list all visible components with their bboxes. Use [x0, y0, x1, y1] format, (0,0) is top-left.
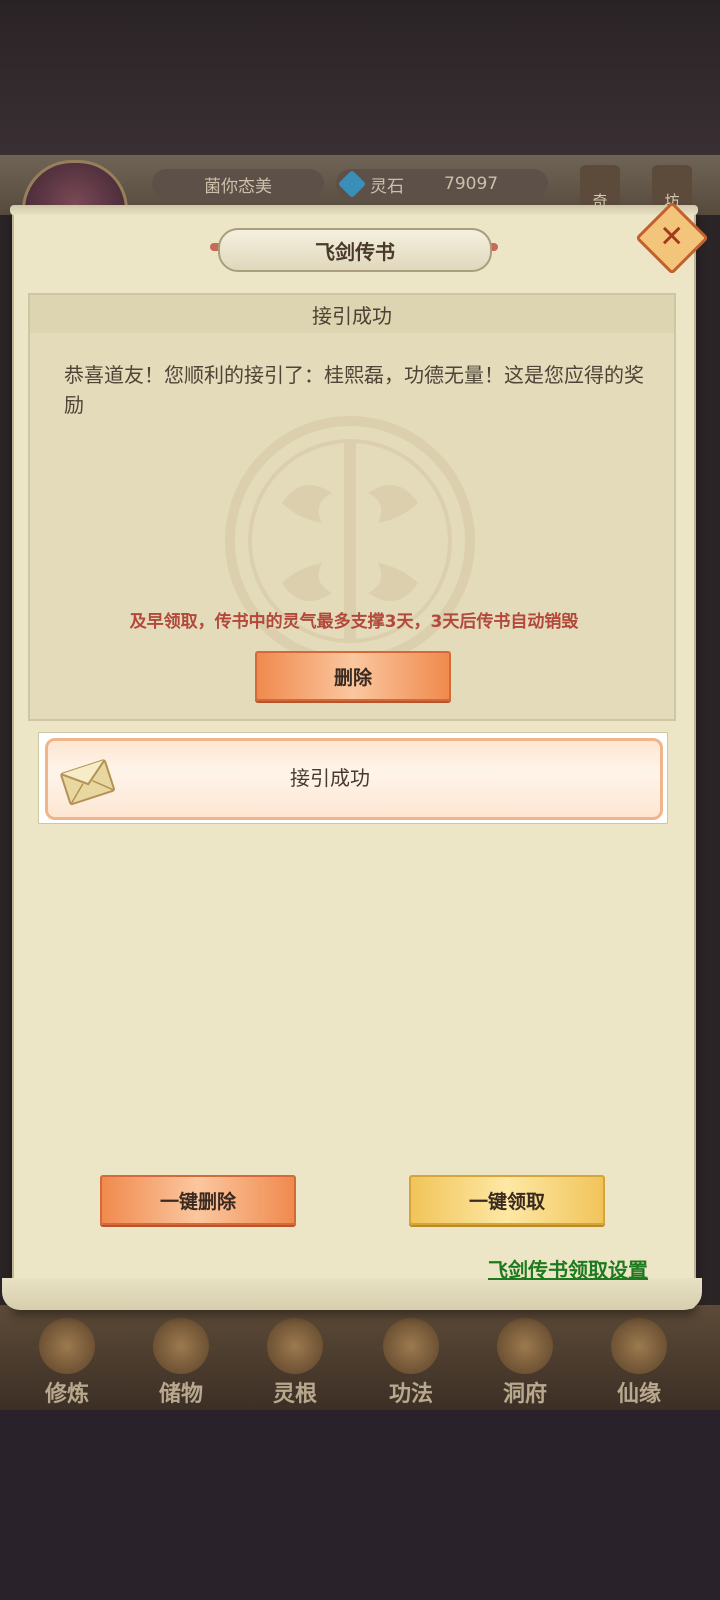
- expiry-notice: 及早领取，传书中的灵气最多支撑3天，3天后传书自动销毁: [129, 612, 579, 632]
- nav-label: 灵根: [272, 1381, 317, 1407]
- dialog-title: 飞剑传书: [315, 239, 395, 264]
- mail-detail-header: 接引成功: [30, 295, 674, 333]
- nav-item-storage[interactable]: 储物: [136, 1318, 226, 1408]
- claim-settings-link[interactable]: 飞剑传书领取设置: [488, 1254, 648, 1283]
- spirit-stone-icon: [337, 169, 367, 199]
- delete-all-button[interactable]: 一键删除: [100, 1175, 296, 1225]
- nav-label: 修炼: [44, 1381, 89, 1407]
- fate-icon: [611, 1318, 667, 1374]
- spirit-stone-counter: 灵石 79097: [336, 169, 548, 199]
- scroll-top-rod: [10, 205, 698, 215]
- nav-label: 储物: [158, 1381, 203, 1407]
- nav-item-cave[interactable]: 洞府: [480, 1318, 570, 1408]
- nav-item-fate[interactable]: 仙缘: [594, 1318, 684, 1408]
- storage-icon: [153, 1318, 209, 1374]
- envelope-icon: [60, 759, 115, 806]
- currency-value: 79097: [444, 174, 499, 194]
- mail-item-subject: 接引成功: [290, 766, 370, 790]
- dialog-title-ribbon: 飞剑传书: [218, 228, 492, 272]
- delete-button[interactable]: 删除: [255, 651, 451, 701]
- cave-icon: [497, 1318, 553, 1374]
- claim-all-button[interactable]: 一键领取: [409, 1175, 605, 1225]
- techniques-icon: [383, 1318, 439, 1374]
- nav-item-cultivate[interactable]: 修炼: [22, 1318, 112, 1408]
- close-icon: ✕: [659, 219, 685, 255]
- nav-label: 洞府: [502, 1381, 547, 1407]
- nav-label: 仙缘: [616, 1381, 661, 1407]
- bottom-background: [0, 1410, 720, 1600]
- nav-item-spirit-root[interactable]: 灵根: [250, 1318, 340, 1408]
- mail-detail-body: 恭喜道友！您顺利的接引了：桂熙磊，功德无量！这是您应得的奖励: [64, 363, 644, 417]
- top-background: [0, 0, 720, 160]
- nav-item-techniques[interactable]: 功法: [366, 1318, 456, 1408]
- nav-label: 功法: [388, 1381, 433, 1407]
- player-name: 菌你态美: [152, 169, 324, 199]
- cultivate-icon: [39, 1318, 95, 1374]
- spirit-root-icon: [267, 1318, 323, 1374]
- currency-label: 灵石: [370, 176, 404, 197]
